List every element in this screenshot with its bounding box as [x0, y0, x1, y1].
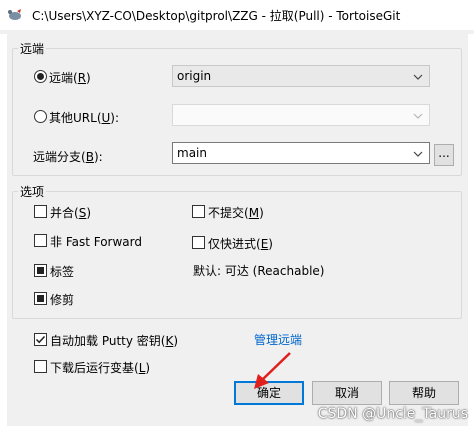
autoload-putty-checkbox[interactable] — [34, 333, 47, 346]
no-commit-checkbox[interactable] — [192, 205, 205, 218]
tags-checkbox-label[interactable]: 标签 — [50, 263, 74, 280]
merge-checkbox-label[interactable]: 并合(S) — [50, 204, 91, 221]
remote-combo-value: origin — [177, 69, 212, 83]
remote-combo[interactable]: origin — [172, 65, 430, 87]
autoload-putty-label[interactable]: 自动加载 Putty 密钥(K) — [50, 332, 178, 349]
right-background-strip — [468, 34, 474, 426]
browse-branch-button[interactable]: ... — [434, 144, 454, 166]
merge-checkbox[interactable] — [34, 205, 47, 218]
remote-branch-value: main — [177, 146, 207, 160]
help-button[interactable]: 帮助 — [389, 381, 459, 405]
other-url-radio-label[interactable]: 其他URL(U): — [49, 109, 119, 126]
launch-rebase-label[interactable]: 下载后运行变基(L) — [50, 359, 150, 376]
other-url-radio[interactable] — [34, 110, 47, 123]
launch-rebase-checkbox[interactable] — [34, 360, 47, 373]
prune-checkbox-label[interactable]: 修剪 — [50, 291, 74, 308]
remote-radio-label[interactable]: 远端(R) — [49, 69, 91, 86]
options-group-legend: 选项 — [18, 183, 47, 200]
window-title: C:\Users\XYZ-CO\Desktop\gitprol\ZZG - 拉取… — [32, 9, 401, 23]
manage-remotes-link[interactable]: 管理远端 — [254, 331, 302, 348]
tags-default-label: 默认: 可达 (Reachable) — [193, 264, 325, 278]
chevron-down-icon — [413, 151, 423, 157]
ff-only-checkbox[interactable] — [192, 236, 205, 249]
csdn-watermark: CSDN @Uncle_Taurus — [317, 406, 468, 422]
remote-branch-label: 远端分支(B): — [33, 150, 103, 164]
remote-branch-combo[interactable]: main — [172, 142, 430, 164]
chevron-down-icon — [413, 74, 423, 80]
tortoisegit-icon — [8, 9, 21, 20]
checkmark-icon — [35, 335, 46, 344]
red-arrow-annotation-icon — [254, 352, 291, 389]
no-ff-checkbox[interactable] — [34, 234, 47, 247]
title-bar: C:\Users\XYZ-CO\Desktop\gitprol\ZZG - 拉取… — [0, 0, 474, 30]
tags-checkbox[interactable] — [34, 264, 47, 277]
cancel-button[interactable]: 取消 — [312, 381, 382, 405]
left-background-strip — [0, 34, 7, 426]
no-ff-checkbox-label[interactable]: 非 Fast Forward — [50, 233, 142, 250]
prune-checkbox[interactable] — [34, 292, 47, 305]
remote-group-legend: 远端 — [18, 40, 47, 57]
no-commit-checkbox-label[interactable]: 不提交(M) — [208, 204, 264, 221]
ff-only-checkbox-label[interactable]: 仅快进式(E) — [208, 235, 273, 252]
other-url-combo[interactable] — [172, 104, 430, 126]
remote-radio[interactable] — [34, 70, 47, 83]
chevron-down-icon — [413, 113, 423, 119]
